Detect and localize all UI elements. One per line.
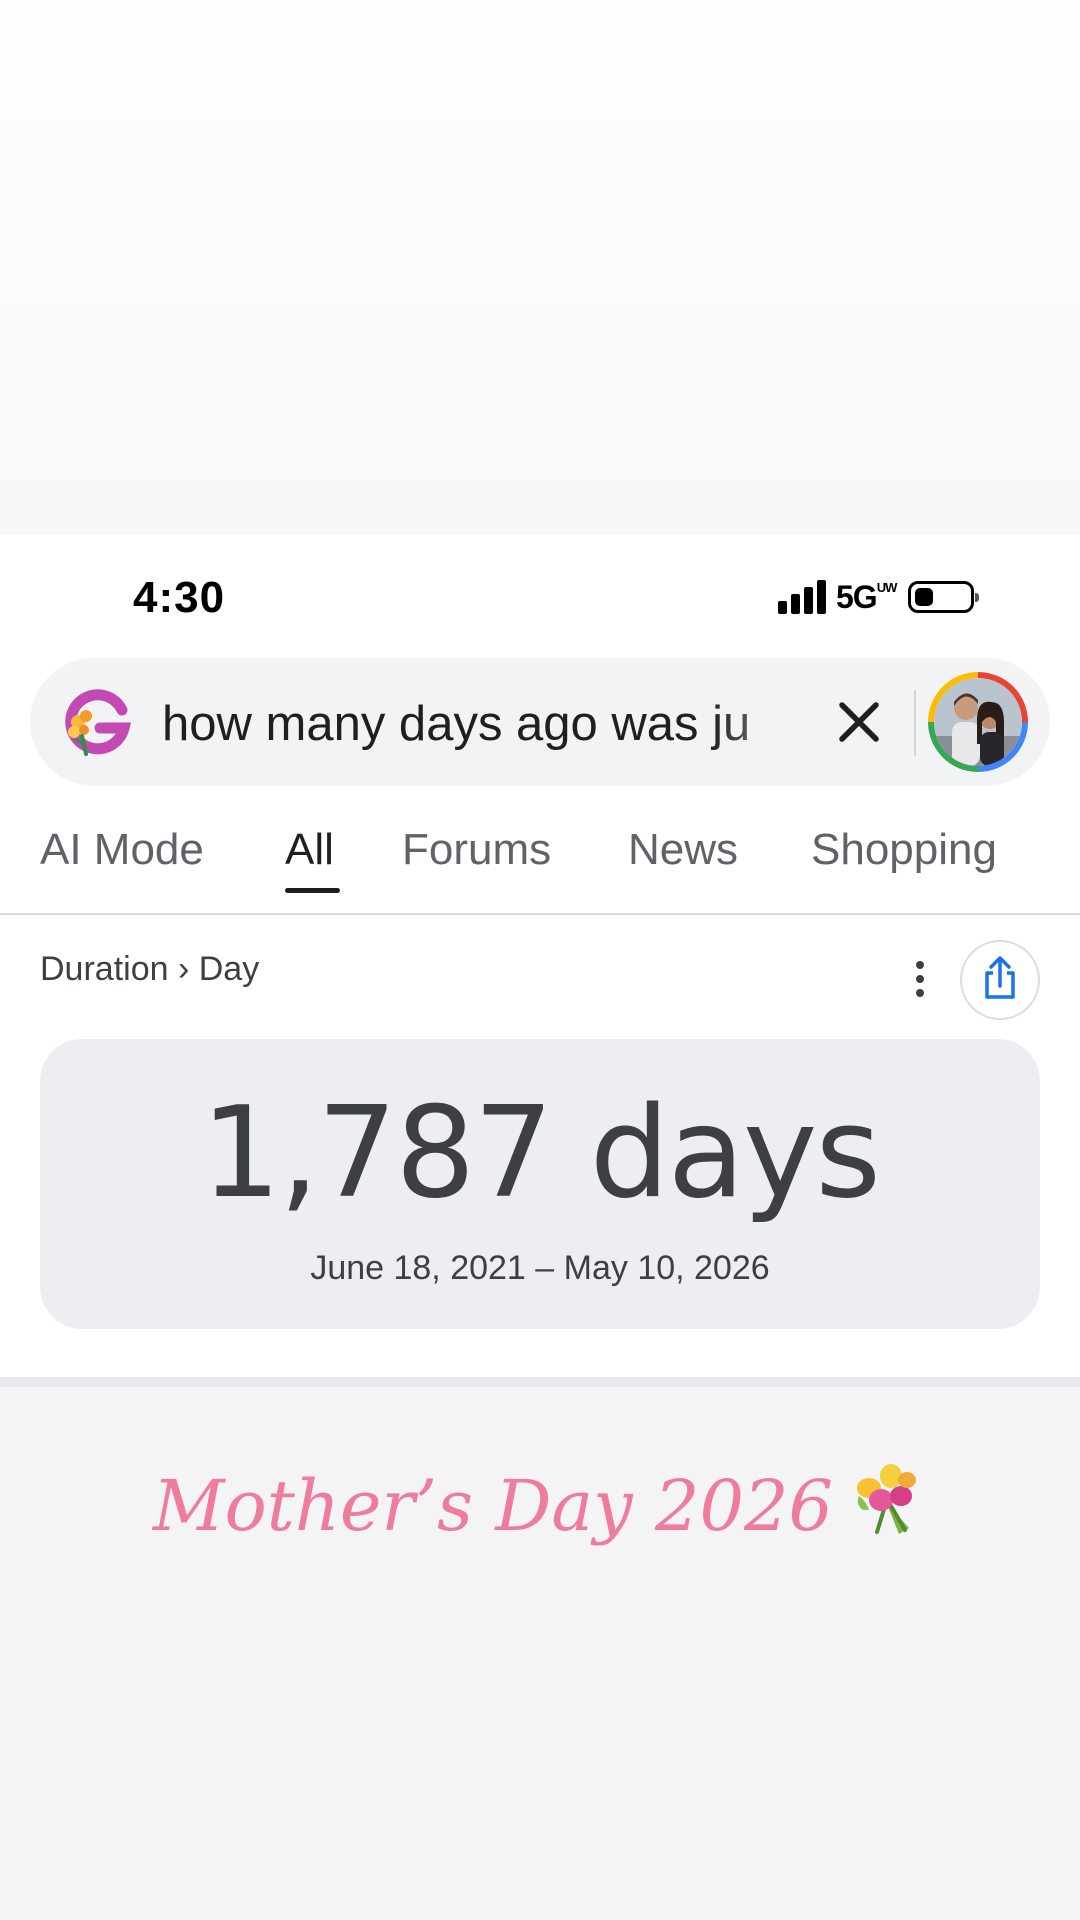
status-time: 4:30 xyxy=(133,573,226,622)
tab-forums[interactable]: Forums xyxy=(402,825,551,875)
close-icon[interactable] xyxy=(832,695,886,749)
more-vert-icon[interactable] xyxy=(905,955,935,1005)
search-bar[interactable]: how many days ago was ju xyxy=(30,658,1050,786)
tab-shopping[interactable]: Shopping xyxy=(811,825,997,875)
bouquet-icon xyxy=(857,1464,917,1534)
tab-news[interactable]: News xyxy=(628,825,738,875)
signal-icon xyxy=(778,580,826,614)
share-button[interactable] xyxy=(960,940,1040,1020)
search-input[interactable]: how many days ago was ju xyxy=(162,696,832,752)
tab-ai-mode[interactable]: AI Mode xyxy=(40,825,204,875)
google-g-flowers-icon[interactable] xyxy=(62,688,132,758)
network-type: 5G xyxy=(836,578,878,615)
phone-screenshot: 4:30 5GUW how many days ago was ju AI Mo… xyxy=(0,535,1080,1377)
avatar-photo xyxy=(934,678,1022,766)
profile-avatar[interactable] xyxy=(928,672,1028,772)
search-divider xyxy=(914,690,916,756)
duration-result: 1,787 days xyxy=(200,1079,881,1226)
story-caption: Mother’s Day 2026 xyxy=(0,1458,1080,1547)
result-card: 1,787 days June 18, 2021 – May 10, 2026 xyxy=(40,1039,1040,1329)
network-badge: UW xyxy=(876,579,898,595)
tabs-divider xyxy=(0,913,1080,915)
section-divider xyxy=(0,1377,1080,1387)
active-tab-indicator xyxy=(285,888,340,893)
tab-all[interactable]: All xyxy=(285,825,334,875)
share-icon xyxy=(985,956,1015,999)
date-range: June 18, 2021 – May 10, 2026 xyxy=(310,1249,770,1287)
search-tabs: AI Mode All Forums News Shopping xyxy=(0,825,1080,905)
status-indicators: 5GUW xyxy=(778,577,980,617)
battery-icon xyxy=(908,581,980,613)
breadcrumb[interactable]: Duration › Day xyxy=(40,950,259,989)
network-label: 5GUW xyxy=(836,578,898,616)
caption-text: Mother’s Day 2026 xyxy=(152,1465,834,1547)
top-background xyxy=(0,0,1080,535)
